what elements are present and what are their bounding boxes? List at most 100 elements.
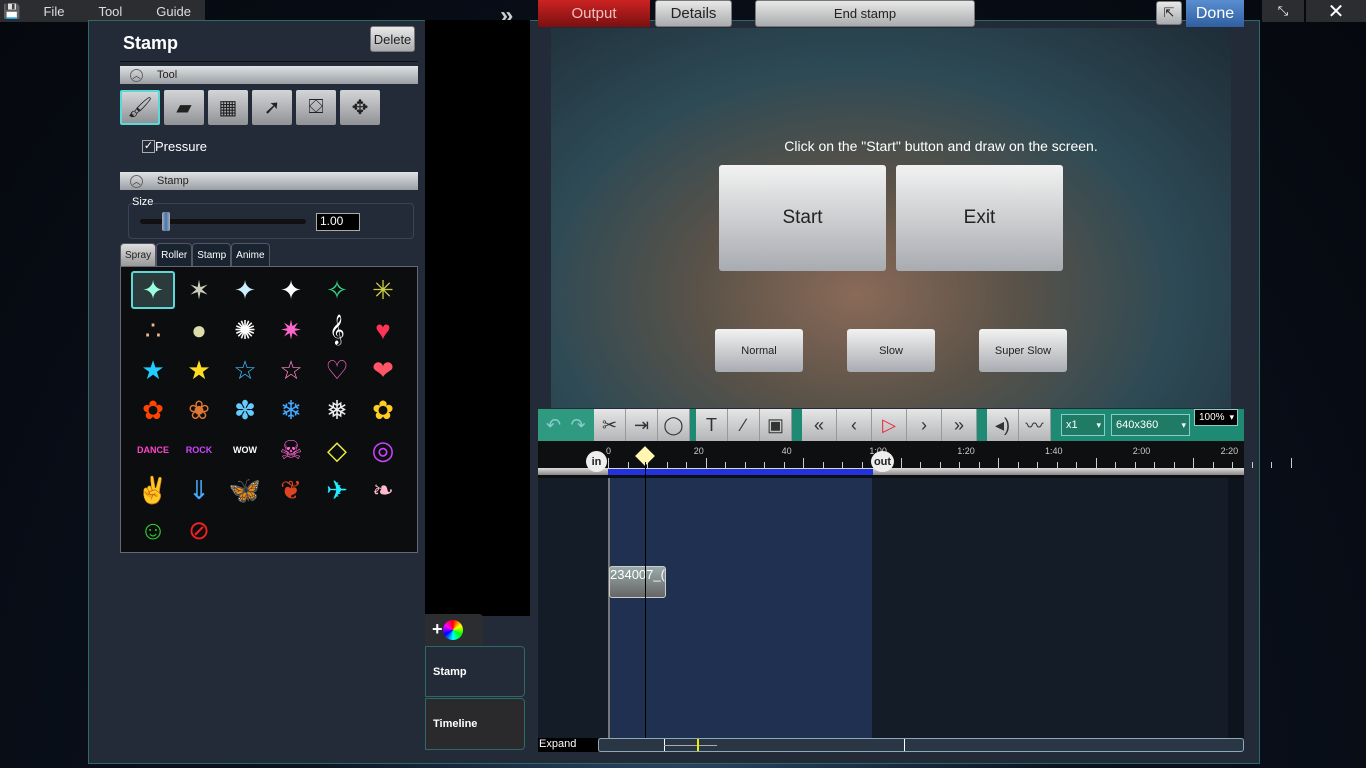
stamp-item[interactable]: ◇	[315, 431, 359, 469]
done-button[interactable]: Done	[1186, 0, 1244, 27]
stamp-item[interactable]: 𝄞	[315, 311, 359, 349]
eraser-tool[interactable]: ▰	[164, 90, 204, 125]
stamp-item[interactable]: ◎	[361, 431, 405, 469]
stamp-item[interactable]: ☆	[223, 351, 267, 389]
exit-button[interactable]: Exit	[896, 165, 1063, 271]
stamp-section-header[interactable]: ︿ Stamp	[120, 172, 418, 190]
stamp-item[interactable]: ✈	[315, 471, 359, 509]
pressure-checkbox[interactable]: ✓ Pressure	[142, 139, 207, 154]
normal-button[interactable]: Normal	[715, 329, 803, 372]
fast-forward-icon[interactable]: »	[942, 409, 977, 441]
expand-select[interactable]: Expand	[538, 738, 598, 752]
stamp-item[interactable]: ⇓	[177, 471, 221, 509]
size-slider[interactable]	[140, 212, 306, 231]
stamp-item[interactable]: ❦	[269, 471, 313, 509]
speed-select[interactable]: x1	[1061, 414, 1105, 436]
volume-icon[interactable]: ◂)	[987, 409, 1019, 441]
scissors-icon[interactable]: ✂	[594, 409, 626, 441]
stamp-item[interactable]: ❤	[361, 351, 405, 389]
clear-stamp-tool[interactable]: ▦	[208, 90, 248, 125]
stamp-item[interactable]: ✿	[361, 391, 405, 429]
tool-section-header[interactable]: ︿ Tool	[120, 66, 418, 84]
arrange-tool[interactable]: ⛋	[296, 90, 336, 125]
resolution-select[interactable]: 640x360	[1111, 414, 1190, 436]
pen-icon[interactable]: ∕	[728, 409, 760, 441]
stamp-item[interactable]: WOW	[223, 431, 267, 469]
stamp-item[interactable]: ∴	[131, 311, 175, 349]
stamp-item[interactable]: ✧	[315, 271, 359, 309]
tab-stamp[interactable]: Stamp	[192, 243, 232, 266]
start-button[interactable]: Start	[719, 165, 886, 271]
save-icon[interactable]: 💾	[0, 3, 23, 20]
close-icon[interactable]: ✕	[1306, 0, 1366, 23]
zoom-select[interactable]: 100%	[1194, 409, 1238, 426]
end-stamp-button[interactable]: End stamp	[755, 0, 975, 27]
menu-file[interactable]: File	[43, 4, 64, 19]
details-button[interactable]: Details	[655, 0, 732, 27]
tab-anime[interactable]: Anime	[231, 243, 270, 266]
stamp-item[interactable]: ✦	[269, 271, 313, 309]
brush-tool[interactable]: 🖌	[120, 90, 160, 125]
stamp-item[interactable]: ❀	[177, 391, 221, 429]
stamp-item[interactable]: ⊘	[177, 511, 221, 549]
play-icon[interactable]: ▷	[872, 409, 907, 441]
stamp-item[interactable]: DANCE	[131, 431, 175, 469]
timeline-scrollbar[interactable]	[598, 738, 1244, 752]
stamp-item[interactable]: ●	[177, 311, 221, 349]
output-button[interactable]: Output	[538, 0, 650, 27]
snapshot-icon[interactable]: ▣	[760, 409, 792, 441]
panel-title: Stamp	[123, 33, 179, 53]
stamp-item[interactable]: ❅	[315, 391, 359, 429]
minimize-window-icon[interactable]: ⤡	[1262, 0, 1304, 22]
side-tab-stamp[interactable]: Stamp	[425, 646, 525, 697]
super-slow-button[interactable]: Super Slow	[979, 329, 1067, 372]
stamp-item[interactable]: ★	[131, 351, 175, 389]
stamp-item[interactable]: ✿	[131, 391, 175, 429]
stamp-item[interactable]: ★	[177, 351, 221, 389]
checkbox-checked-icon: ✓	[142, 140, 155, 153]
stamp-item[interactable]: ☠	[269, 431, 313, 469]
select-tool[interactable]: ➚	[252, 90, 292, 125]
in-marker[interactable]: in	[586, 451, 607, 472]
stamp-item[interactable]: ✺	[223, 311, 267, 349]
trim-icon[interactable]: ⇥	[626, 409, 658, 441]
move-icon[interactable]: ✥	[340, 90, 380, 125]
out-marker[interactable]: out	[871, 451, 894, 472]
stamp-item[interactable]: ✌	[131, 471, 175, 509]
stamp-item[interactable]: ✦	[223, 271, 267, 309]
stamp-item[interactable]: ✷	[269, 311, 313, 349]
text-icon[interactable]: T	[696, 409, 728, 441]
stamp-item[interactable]: ♡	[315, 351, 359, 389]
stamp-item[interactable]: ♥	[361, 311, 405, 349]
size-slider-thumb[interactable]	[162, 212, 171, 231]
step-back-icon[interactable]: ‹	[837, 409, 872, 441]
tab-spray[interactable]: Spray	[120, 243, 157, 266]
stamp-item[interactable]: ✽	[223, 391, 267, 429]
stamp-item[interactable]: 🦋	[223, 471, 267, 509]
lasso-icon[interactable]: ◯	[658, 409, 690, 441]
popout-icon[interactable]: ⇱	[1156, 1, 1182, 25]
delete-button[interactable]: Delete	[370, 26, 415, 52]
rewind-icon[interactable]: «	[802, 409, 837, 441]
video-preview[interactable]: Click on the "Start" button and draw on …	[551, 28, 1231, 408]
stamp-item[interactable]: ❧	[361, 471, 405, 509]
menu-tool[interactable]: Tool	[98, 4, 122, 19]
stamp-item[interactable]: ☆	[269, 351, 313, 389]
stamp-item[interactable]: ❄	[269, 391, 313, 429]
stamp-item[interactable]: ✦	[131, 271, 175, 309]
stamp-item[interactable]: ✳	[361, 271, 405, 309]
step-forward-icon[interactable]: ›	[907, 409, 942, 441]
video-clip[interactable]: 234007_(	[609, 566, 666, 598]
menu-guide[interactable]: Guide	[156, 4, 191, 19]
timeline-track[interactable]	[538, 478, 1244, 738]
side-tab-timeline[interactable]: Timeline	[425, 698, 525, 750]
waveform-icon[interactable]: 〰	[1019, 409, 1051, 441]
tab-roller[interactable]: Roller	[156, 243, 193, 266]
slow-button[interactable]: Slow	[847, 329, 935, 372]
stamp-item[interactable]: ☺	[131, 511, 175, 549]
size-input[interactable]: 1.00	[316, 213, 360, 231]
add-color-button[interactable]: +	[425, 614, 483, 645]
stamp-item[interactable]: ROCK	[177, 431, 221, 469]
stamp-item[interactable]: ✶	[177, 271, 221, 309]
redo-icon[interactable]: ↷	[562, 409, 594, 441]
